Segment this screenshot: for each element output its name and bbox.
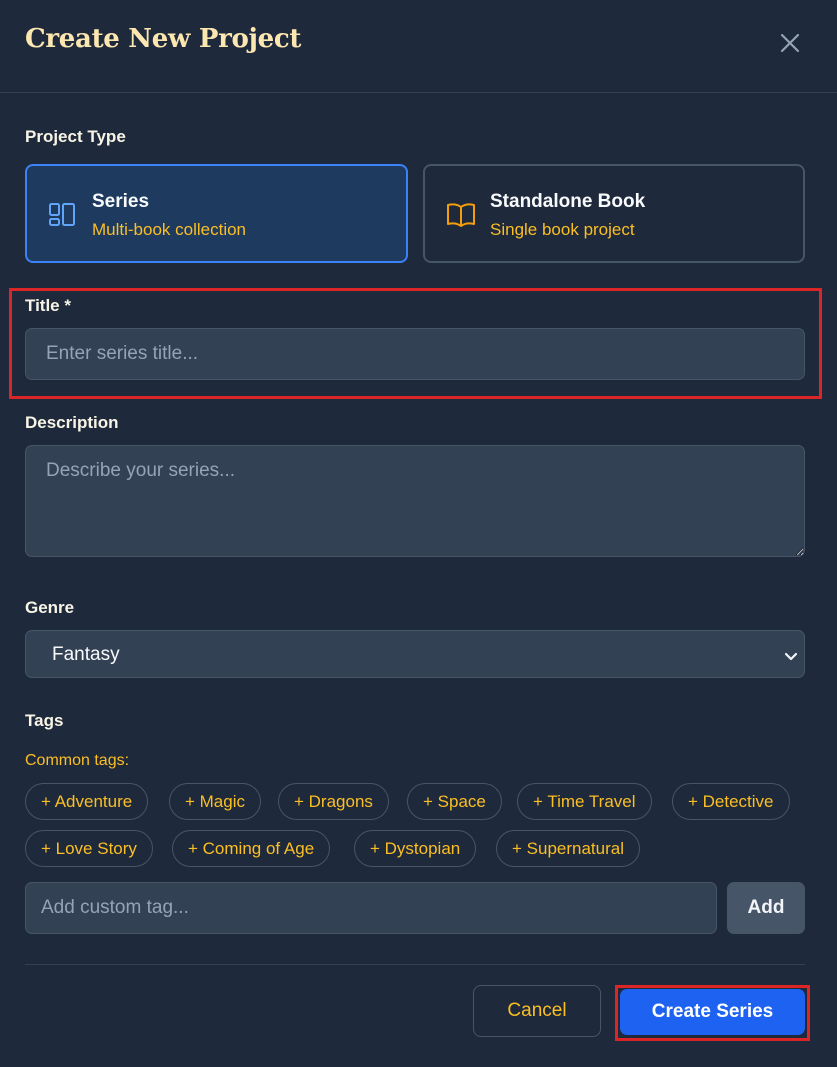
- series-option-subtitle: Multi-book collection: [92, 220, 247, 239]
- standalone-option-subtitle: Single book project: [490, 220, 635, 239]
- tag-chip-dragons[interactable]: + Dragons: [278, 783, 389, 820]
- tag-chip-coming-of-age[interactable]: + Coming of Age: [172, 830, 331, 867]
- close-icon[interactable]: [778, 31, 802, 55]
- common-tags-label: Common tags:: [25, 752, 130, 769]
- cancel-button[interactable]: Cancel: [473, 985, 601, 1037]
- tag-chip-supernatural[interactable]: + Supernatural: [496, 830, 640, 867]
- tag-chip-space[interactable]: + Space: [407, 783, 502, 820]
- book-open-icon: [446, 201, 476, 229]
- create-series-button[interactable]: Create Series: [620, 989, 805, 1035]
- project-type-label: Project Type: [25, 127, 126, 146]
- layout-grid-icon: [48, 201, 78, 229]
- series-option-text: Series Multi-book collection: [92, 191, 246, 240]
- tags-label: Tags: [25, 711, 64, 730]
- tag-chip-time-travel[interactable]: + Time Travel: [517, 783, 652, 820]
- description-label: Description: [25, 413, 119, 432]
- description-textarea[interactable]: [25, 445, 805, 557]
- project-type-series-option[interactable]: Series Multi-book collection: [25, 164, 408, 263]
- tag-chip-adventure[interactable]: + Adventure: [25, 783, 149, 820]
- title-label: Title *: [25, 296, 71, 315]
- add-tag-button[interactable]: Add: [727, 882, 805, 934]
- tag-chip-detective[interactable]: + Detective: [672, 783, 790, 820]
- genre-selected-value: Fantasy: [52, 644, 120, 665]
- series-option-title: Series: [92, 191, 150, 212]
- create-project-modal: Create New Project Project Type Series M…: [0, 0, 837, 1067]
- footer-divider: [25, 964, 805, 965]
- genre-select[interactable]: Fantasy: [25, 630, 805, 678]
- title-input[interactable]: [25, 328, 805, 380]
- tag-chip-magic[interactable]: + Magic: [169, 783, 261, 820]
- modal-header: Create New Project: [0, 0, 837, 93]
- custom-tag-input[interactable]: [25, 882, 717, 934]
- tag-chip-dystopian[interactable]: + Dystopian: [354, 830, 477, 867]
- chevron-down-icon: [784, 649, 798, 667]
- genre-label: Genre: [25, 598, 75, 617]
- standalone-option-title: Standalone Book: [490, 191, 646, 212]
- modal-title: Create New Project: [25, 24, 302, 54]
- tag-chip-love-story[interactable]: + Love Story: [25, 830, 153, 867]
- project-type-standalone-option[interactable]: Standalone Book Single book project: [423, 164, 805, 263]
- standalone-option-text: Standalone Book Single book project: [490, 191, 645, 240]
